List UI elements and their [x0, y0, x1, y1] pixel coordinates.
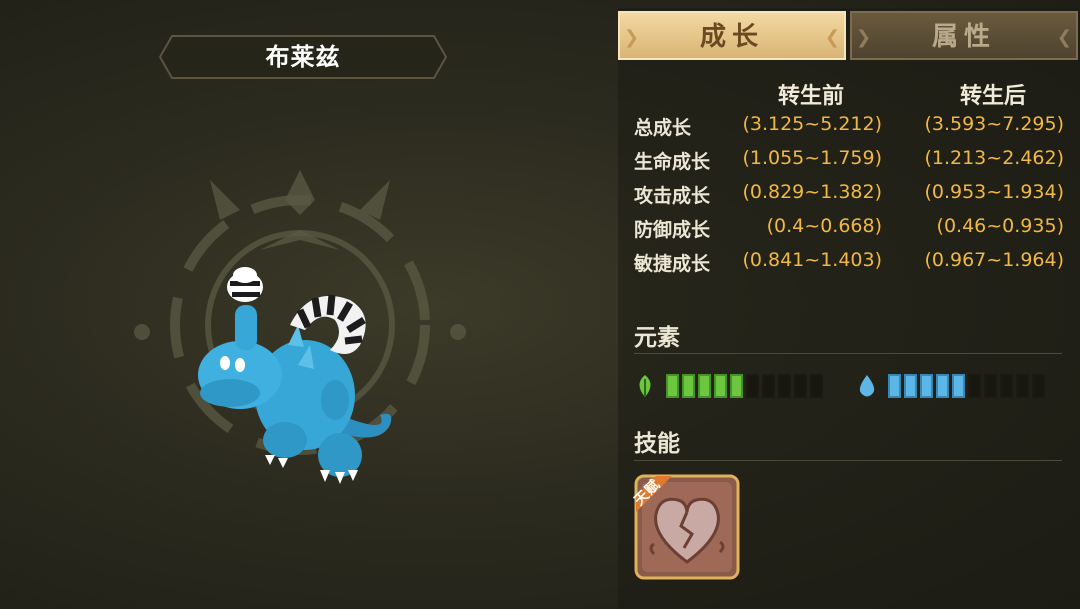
info-panel: ❯ 成长 ❮ ❯ 属性 ❮ 转生前 转生后 总成长 (3.125~5.212) … — [618, 8, 1080, 609]
growth-before-value: (3.125~5.212) — [742, 113, 882, 135]
elements-divider — [634, 353, 1062, 354]
growth-before-value: (0.4~0.668) — [766, 215, 882, 237]
leaf-icon — [639, 375, 651, 397]
pet-display-area: 布莱兹 — [0, 0, 615, 609]
water-drop-icon — [859, 375, 875, 397]
water-element-segment — [1032, 374, 1045, 398]
pet-character-image — [198, 267, 392, 484]
wind-element-segment — [698, 374, 711, 398]
tab-attributes[interactable]: ❯ 属性 ❮ — [850, 11, 1078, 60]
water-element-segment — [1000, 374, 1013, 398]
wind-element-segment — [794, 374, 807, 398]
growth-before-value: (1.055~1.759) — [742, 147, 882, 169]
water-element-segment — [904, 374, 917, 398]
water-element-segment — [936, 374, 949, 398]
column-header-before: 转生前 — [778, 84, 845, 109]
growth-after-value: (1.213~2.462) — [924, 147, 1064, 169]
skills-title: 技能 — [634, 431, 680, 457]
water-element-bar — [888, 374, 1045, 398]
chevron-right-icon: ❯ — [624, 27, 640, 48]
water-element-segment — [888, 374, 901, 398]
growth-after-value: (0.967~1.964) — [924, 249, 1064, 271]
element-bars — [634, 372, 1074, 400]
skill-slot[interactable]: 天赋 — [631, 474, 740, 580]
tab-attributes-label: 属性 — [931, 22, 996, 52]
growth-row-label: 防御成长 — [634, 219, 711, 241]
tab-growth-label: 成长 — [699, 22, 764, 52]
wind-element-segment — [730, 374, 743, 398]
growth-after-value: (0.953~1.934) — [924, 181, 1064, 203]
growth-before-value: (0.841~1.403) — [742, 249, 882, 271]
water-element-segment — [920, 374, 933, 398]
growth-row-label: 攻击成长 — [634, 185, 711, 207]
pet-name-plate: 布莱兹 — [158, 34, 448, 80]
water-element-segment — [952, 374, 965, 398]
chevron-right-icon: ❯ — [856, 27, 872, 48]
elements-title: 元素 — [634, 325, 680, 351]
chevron-left-icon: ❮ — [824, 27, 840, 48]
wind-element-bar — [666, 374, 823, 398]
wind-element-segment — [762, 374, 775, 398]
column-header-after: 转生后 — [960, 84, 1027, 109]
pet-name: 布莱兹 — [265, 43, 341, 71]
growth-row-label: 总成长 — [634, 117, 692, 139]
wind-element-segment — [810, 374, 823, 398]
wind-element-segment — [666, 374, 679, 398]
wind-element-segment — [714, 374, 727, 398]
water-element-segment — [968, 374, 981, 398]
growth-before-value: (0.829~1.382) — [742, 181, 882, 203]
water-element-segment — [984, 374, 997, 398]
wind-element-segment — [778, 374, 791, 398]
wind-element-segment — [746, 374, 759, 398]
tab-growth[interactable]: ❯ 成长 ❮ — [618, 11, 846, 60]
skills-divider — [634, 460, 1062, 461]
growth-after-value: (0.46~0.935) — [936, 215, 1064, 237]
water-element-segment — [1016, 374, 1029, 398]
growth-after-value: (3.593~7.295) — [924, 113, 1064, 135]
growth-row-label: 敏捷成长 — [634, 253, 711, 275]
growth-row-label: 生命成长 — [634, 151, 711, 173]
wind-element-segment — [682, 374, 695, 398]
chevron-left-icon: ❮ — [1056, 27, 1072, 48]
